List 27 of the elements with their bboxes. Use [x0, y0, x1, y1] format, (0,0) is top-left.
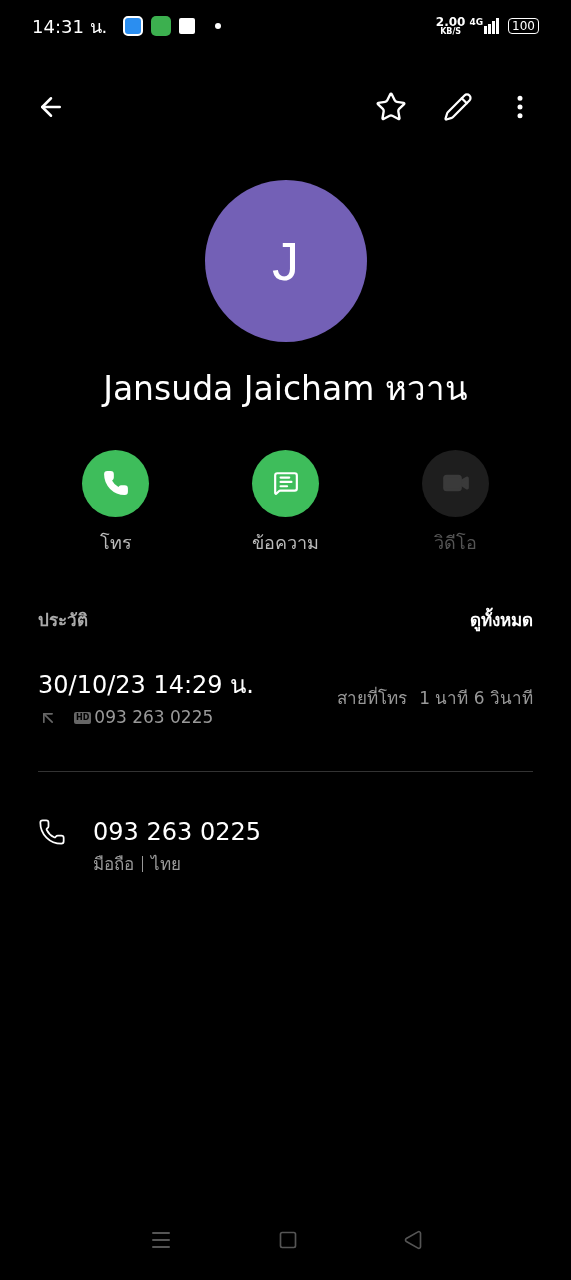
edit-icon[interactable] [443, 92, 473, 122]
home-icon[interactable] [277, 1230, 298, 1250]
hd-icon: HD [74, 711, 92, 724]
network-type: 4G [469, 16, 484, 29]
action-label: ข้อความ [252, 530, 319, 555]
call-type: สายที่โทร [337, 686, 408, 710]
phone-label: มือถือ [93, 852, 134, 876]
battery-level: 100 [508, 18, 539, 34]
signal-icon [484, 18, 501, 34]
avatar: J [204, 180, 367, 342]
call-datetime: 30/10/23 14:29 น. [38, 670, 254, 701]
star-icon[interactable] [375, 91, 407, 123]
phone-region: ไทย [151, 852, 181, 876]
call-number: 093 263 0225 [94, 706, 214, 729]
phone-icon [38, 817, 66, 846]
call-duration: 1 นาที 6 วินาที [419, 687, 533, 710]
see-all-link[interactable]: ดูทั้งหมด [470, 607, 533, 633]
contact-name: Jansuda Jaicham หวาน [103, 368, 468, 410]
message-icon [272, 470, 299, 496]
action-label: วิดีโอ [434, 530, 477, 555]
network-speed: 2.00 [435, 16, 466, 28]
phone-icon [102, 470, 129, 496]
action-label: โทร [99, 530, 132, 555]
phone-number[interactable]: 093 263 0225 [93, 813, 261, 850]
status-time: 14:31 น. [32, 14, 108, 39]
speed-unit: KB/S [440, 28, 462, 36]
section-title: ประวัติ [38, 608, 88, 632]
